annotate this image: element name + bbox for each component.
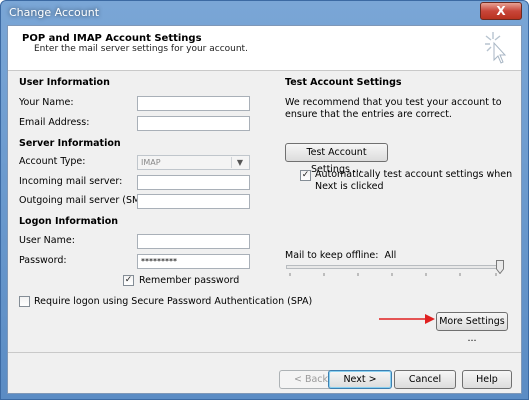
user-name-label: User Name: <box>19 235 75 246</box>
incoming-server-label: Incoming mail server: <box>19 176 123 187</box>
change-account-window: Change Account X POP and IMAP Account Se… <box>0 0 529 400</box>
header-subtitle: Enter the mail server settings for your … <box>34 44 248 54</box>
password-label: Password: <box>19 255 67 266</box>
footer-divider <box>8 352 521 353</box>
next-button[interactable]: Next > <box>328 370 392 389</box>
auto-test-checkbox[interactable]: ✓ <box>300 170 311 181</box>
dialog-body: POP and IMAP Account Settings Enter the … <box>7 25 522 394</box>
spa-checkbox[interactable] <box>19 296 30 307</box>
mail-offline-label: Mail to keep offline: All <box>285 250 396 261</box>
cancel-button[interactable]: Cancel <box>394 370 456 389</box>
password-input[interactable]: ********* <box>137 254 250 269</box>
more-settings-button[interactable]: More Settings ... <box>436 312 508 344</box>
test-account-heading: Test Account Settings <box>285 77 402 88</box>
header-title: POP and IMAP Account Settings <box>22 33 202 44</box>
window-title: Change Account <box>9 6 100 19</box>
remember-password-checkbox[interactable]: ✓ <box>123 275 134 286</box>
email-address-input[interactable] <box>137 116 250 131</box>
server-information-heading: Server Information <box>19 138 121 149</box>
outgoing-server-input[interactable] <box>137 194 250 209</box>
mail-offline-label-text: Mail to keep offline: <box>285 250 379 261</box>
your-name-label: Your Name: <box>19 97 74 108</box>
email-address-label: Email Address: <box>19 117 90 128</box>
chevron-down-icon: ▼ <box>231 157 248 168</box>
help-button[interactable]: Help <box>462 370 512 389</box>
auto-test-label: Automatically test account settings when… <box>315 169 513 192</box>
test-account-description: We recommend that you test your account … <box>285 97 502 120</box>
account-type-dropdown: IMAP ▼ <box>137 155 250 170</box>
incoming-server-input[interactable] <box>137 175 250 190</box>
slider-ticks <box>289 273 497 276</box>
remember-password-label: Remember password <box>139 275 240 286</box>
account-type-value: IMAP <box>141 158 161 167</box>
account-type-label: Account Type: <box>19 156 86 167</box>
offline-slider-track[interactable] <box>286 265 500 269</box>
user-name-input[interactable] <box>137 234 250 249</box>
offline-slider-thumb[interactable] <box>496 260 504 274</box>
logon-information-heading: Logon Information <box>19 216 119 227</box>
title-bar: Change Account X <box>1 1 528 25</box>
dialog-header: POP and IMAP Account Settings Enter the … <box>8 26 521 71</box>
sparkle-icon <box>485 32 507 64</box>
close-button[interactable]: X <box>480 2 522 20</box>
test-account-settings-button[interactable]: Test Account Settings ... <box>285 143 388 175</box>
mail-offline-value: All <box>384 250 397 261</box>
your-name-input[interactable] <box>137 96 250 111</box>
user-information-heading: User Information <box>19 77 110 88</box>
red-arrow-annotation <box>379 314 435 324</box>
spa-label: Require logon using Secure Password Auth… <box>34 296 313 307</box>
